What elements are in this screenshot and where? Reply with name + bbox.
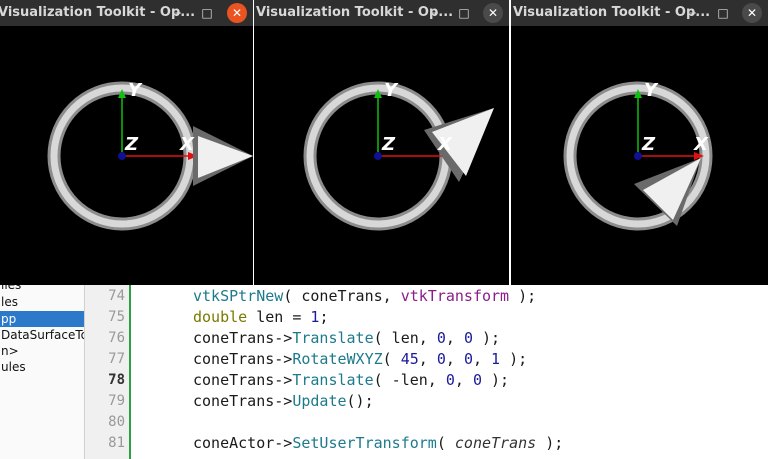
code-line: double len = 1; — [193, 307, 328, 328]
code-token: 0 — [436, 329, 446, 347]
code-line: vtkSPtrNew( coneTrans, vtkTransform ); — [193, 286, 536, 307]
current-line-number: 78 — [108, 372, 125, 388]
line-number: 81 — [108, 435, 125, 451]
code-token: len = — [247, 308, 311, 326]
render-viewport[interactable]: Y Z X — [511, 26, 768, 285]
code-token: 1 — [491, 350, 501, 368]
code-token: , — [454, 371, 473, 389]
code-token: , — [445, 329, 464, 347]
close-button[interactable]: ✕ — [742, 3, 762, 23]
code-token: double — [193, 308, 248, 326]
x-axis-label: X — [437, 134, 453, 155]
code-line: coneTrans->Update(); — [193, 391, 374, 412]
code-token: ( len, — [373, 329, 437, 347]
code-token: vtkTransform — [400, 287, 510, 305]
tree-item[interactable]: n> — [0, 343, 19, 359]
tree-item[interactable]: iles — [0, 285, 21, 293]
code-line: coneTrans->Translate( len, 0, 0 ); — [193, 328, 500, 349]
code-token: ); — [472, 329, 501, 347]
minimize-button[interactable]: – — [168, 3, 188, 23]
code-token: Translate — [292, 371, 374, 389]
maximize-button[interactable]: □ — [454, 3, 474, 23]
code-token: ); — [482, 371, 510, 389]
code-line: coneActor->SetUserTransform( coneTrans )… — [193, 433, 563, 454]
project-tree[interactable]: iles les pp DataSurfaceToP n> ules — [0, 285, 85, 459]
z-axis-dot — [634, 152, 642, 160]
code-token: coneTrans — [454, 434, 537, 452]
code-token: SetUserTransform — [292, 434, 437, 452]
z-axis-dot — [374, 152, 382, 160]
line-number: 79 — [108, 393, 125, 409]
window-title: Visualization Toolkit - Op... — [256, 5, 454, 20]
tree-item[interactable]: les — [0, 294, 18, 310]
line-number: 74 — [108, 288, 125, 304]
code-token: ; — [319, 308, 329, 326]
render-viewport[interactable]: Y Z X — [254, 26, 509, 285]
code-token: 0 — [472, 371, 482, 389]
tree-item[interactable]: DataSurfaceToP — [0, 327, 84, 343]
scene-render: Y Z X — [47, 80, 253, 231]
code-token: , — [445, 350, 464, 368]
y-axis-label: Y — [128, 80, 143, 101]
close-button[interactable]: ✕ — [483, 3, 503, 23]
z-axis-label: Z — [381, 134, 396, 155]
z-axis-label: Z — [124, 134, 139, 155]
line-number: 75 — [108, 309, 125, 325]
code-token: , — [472, 350, 492, 368]
x-axis-label: X — [693, 134, 709, 155]
scene-render: Y Z X — [563, 80, 713, 231]
minimize-button[interactable]: – — [683, 3, 703, 23]
render-viewport[interactable]: Y Z X — [0, 26, 253, 285]
code-token: RotateWXYZ — [292, 350, 383, 368]
code-token: ); — [536, 434, 564, 452]
code-token: ); — [509, 287, 537, 305]
window-titlebar[interactable]: Visualization Toolkit - Op... – □ ✕ — [511, 0, 768, 26]
code-token: coneTrans-> — [193, 392, 293, 410]
code-token: Translate — [292, 329, 374, 347]
maximize-button[interactable]: □ — [197, 3, 217, 23]
code-line: coneTrans->RotateWXYZ( 45, 0, 0, 1 ); — [193, 349, 527, 370]
line-number: 76 — [108, 330, 125, 346]
code-token: coneActor-> — [193, 434, 293, 452]
code-token: ( — [436, 434, 455, 452]
scene-render: Y Z X — [303, 80, 494, 231]
x-axis-label: X — [179, 134, 195, 155]
code-token: Update — [292, 392, 347, 410]
line-number: 80 — [108, 414, 125, 430]
code-line-current: coneTrans->Translate( -len, 0, 0 ); — [193, 370, 509, 391]
code-token: vtkSPtrNew — [193, 287, 284, 305]
code-token: (); — [346, 392, 374, 410]
code-token: coneTrans-> — [193, 350, 293, 368]
line-number: 77 — [108, 351, 125, 367]
y-axis-label: Y — [384, 80, 399, 101]
vtk-window-3[interactable]: Visualization Toolkit - Op... – □ ✕ Y Z … — [511, 0, 768, 285]
code-token: ); — [500, 350, 528, 368]
code-token: 0 — [445, 371, 455, 389]
y-axis-label: Y — [644, 80, 659, 101]
window-title: Visualization Toolkit - Op... — [513, 5, 711, 20]
maximize-button[interactable]: □ — [713, 3, 733, 23]
code-token: 0 — [436, 350, 446, 368]
code-token: 45 — [400, 350, 419, 368]
code-token: 0 — [463, 329, 473, 347]
code-token: coneTrans-> — [193, 329, 293, 347]
code-token: ( coneTrans, — [283, 287, 401, 305]
window-title: Visualization Toolkit - Op... — [0, 5, 196, 20]
window-titlebar[interactable]: Visualization Toolkit - Op... – □ ✕ — [0, 0, 253, 26]
close-button[interactable]: ✕ — [227, 3, 247, 23]
line-number-gutter[interactable]: 74 75 76 77 78 79 80 81 — [85, 285, 131, 459]
tree-item[interactable]: ules — [0, 359, 26, 375]
code-token: ( — [382, 350, 401, 368]
z-axis-label: Z — [641, 134, 656, 155]
tree-item-selected[interactable]: pp — [0, 311, 84, 327]
vtk-window-2[interactable]: Visualization Toolkit - Op... – □ ✕ Y Z … — [254, 0, 509, 285]
minimize-button[interactable]: – — [425, 3, 445, 23]
code-editor[interactable]: vtkSPtrNew( coneTrans, vtkTransform ); d… — [131, 285, 768, 459]
vtk-window-1[interactable]: Visualization Toolkit - Op... – □ ✕ Y Z … — [0, 0, 253, 285]
code-token: , — [418, 350, 437, 368]
window-titlebar[interactable]: Visualization Toolkit - Op... – □ ✕ — [254, 0, 509, 26]
code-token: ( -len, — [373, 371, 446, 389]
code-token: coneTrans-> — [193, 371, 293, 389]
code-token: 0 — [463, 350, 473, 368]
